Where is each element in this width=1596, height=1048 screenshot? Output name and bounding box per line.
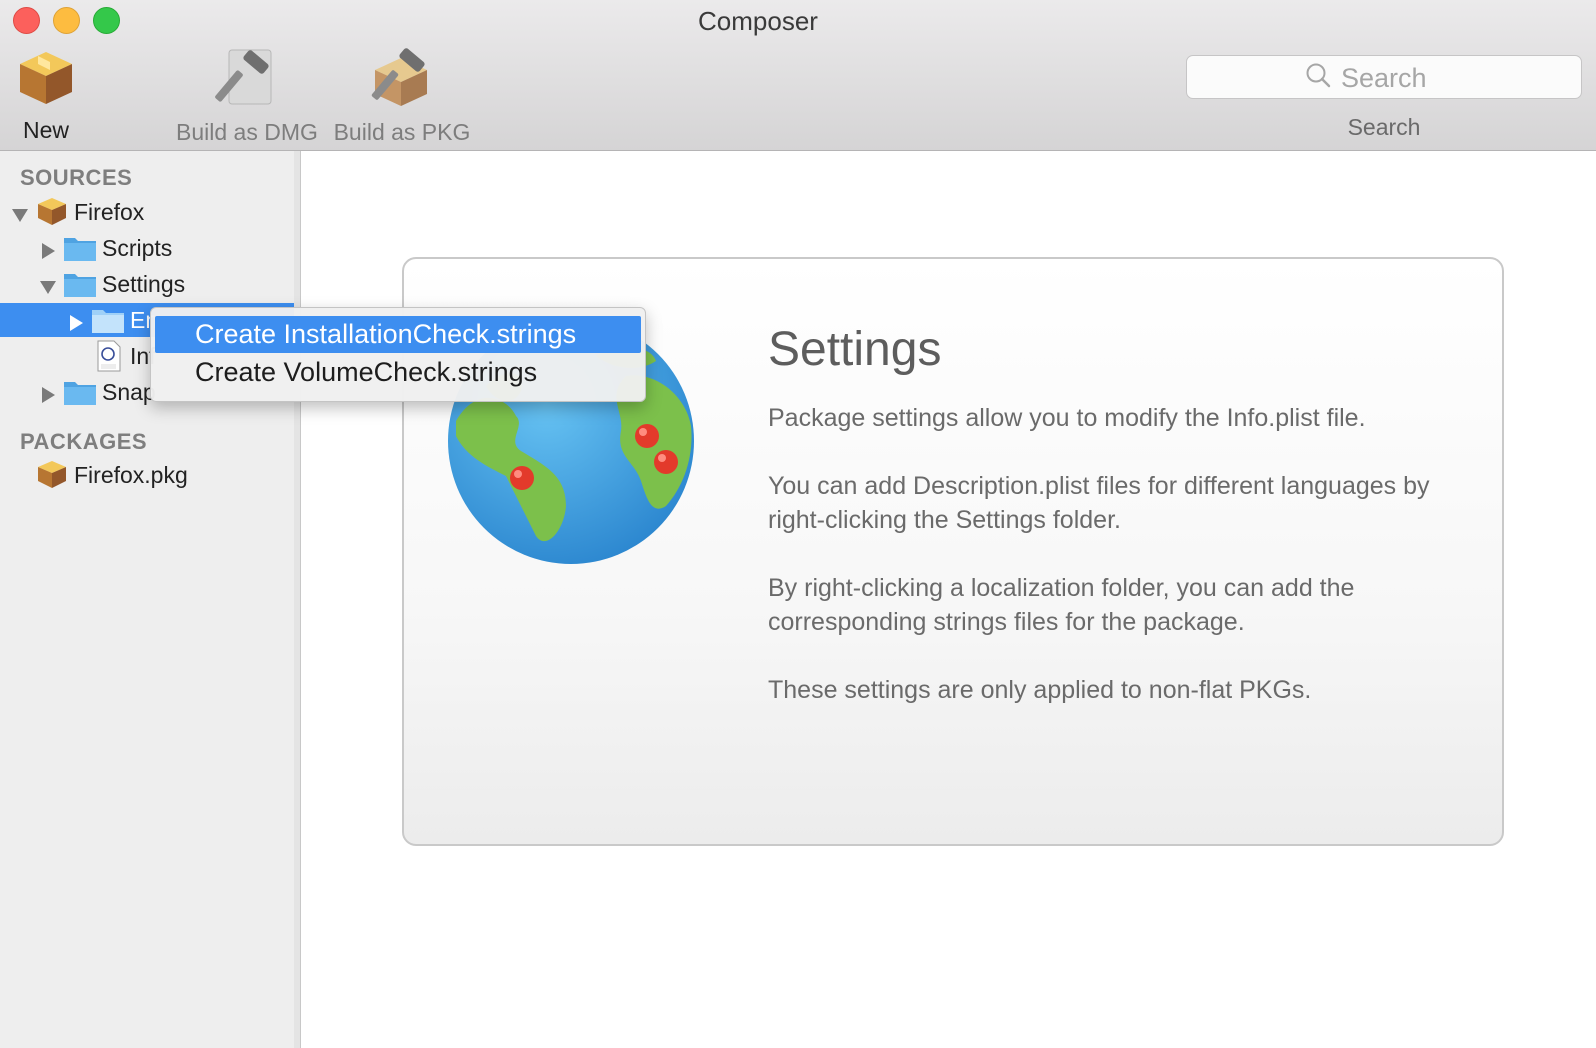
hammer-package-icon (332, 48, 472, 114)
search-caption: Search (1347, 114, 1421, 140)
package-box-icon (10, 48, 82, 112)
disclosure-closed-icon[interactable] (39, 383, 57, 403)
folder-icon (63, 234, 97, 268)
package-box-icon (36, 196, 68, 232)
menu-item-create-installationcheck[interactable]: Create InstallationCheck.strings (155, 316, 641, 353)
disclosure-closed-icon[interactable] (67, 311, 85, 331)
build-as-dmg-label: Build as DMG (176, 119, 318, 145)
build-as-pkg-label: Build as PKG (333, 119, 471, 145)
title-toolbar: Composer New Build as DMG Build as PKG S… (0, 0, 1596, 151)
sidebar-item-label: Firefox.pkg (74, 461, 188, 488)
hammer-dmg-icon (176, 48, 316, 114)
search-field[interactable]: Search (1186, 55, 1582, 99)
build-as-dmg-button[interactable]: Build as DMG (176, 48, 318, 146)
sources-heading: SOURCES (20, 165, 133, 190)
disclosure-open-icon[interactable] (39, 275, 57, 294)
context-menu: Create InstallationCheck.strings Create … (150, 307, 646, 402)
window-title: Composer (698, 6, 818, 36)
new-button[interactable]: New (10, 48, 82, 144)
folder-icon (63, 270, 97, 304)
build-as-pkg-button[interactable]: Build as PKG (332, 48, 472, 146)
sidebar-item-package[interactable]: Firefox.pkg (0, 458, 294, 492)
search-placeholder: Search (1341, 63, 1427, 93)
settings-paragraph: These settings are only applied to non-f… (768, 676, 1312, 704)
sidebar-item-label: Settings (102, 270, 186, 297)
sidebar-item-scripts[interactable]: Scripts (0, 231, 294, 265)
disclosure-open-icon[interactable] (11, 203, 29, 222)
disclosure-closed-icon[interactable] (39, 239, 57, 259)
new-label: New (22, 117, 69, 143)
package-box-icon (36, 459, 68, 495)
sidebar-item-label: Scripts (102, 234, 173, 261)
sidebar-item-firefox[interactable]: Firefox (0, 195, 294, 229)
settings-paragraph: By right-clicking a localization folder,… (768, 574, 1355, 636)
sidebar-resize-handle[interactable] (294, 151, 301, 1048)
folder-icon (63, 378, 97, 412)
settings-heading: Settings (768, 323, 942, 376)
menu-item-create-volumecheck[interactable]: Create VolumeCheck.strings (155, 354, 641, 391)
sidebar-item-settings[interactable]: Settings (0, 267, 294, 301)
settings-paragraph: Package settings allow you to modify the… (768, 404, 1366, 432)
packages-heading: PACKAGES (20, 429, 148, 454)
magnifier-icon (1305, 62, 1341, 95)
settings-paragraph: You can add Description.plist files for … (768, 472, 1430, 534)
sidebar-item-label: Snap (102, 378, 156, 405)
text-file-icon (97, 340, 121, 378)
folder-icon (91, 306, 125, 340)
sidebar-item-label: Firefox (74, 198, 145, 225)
